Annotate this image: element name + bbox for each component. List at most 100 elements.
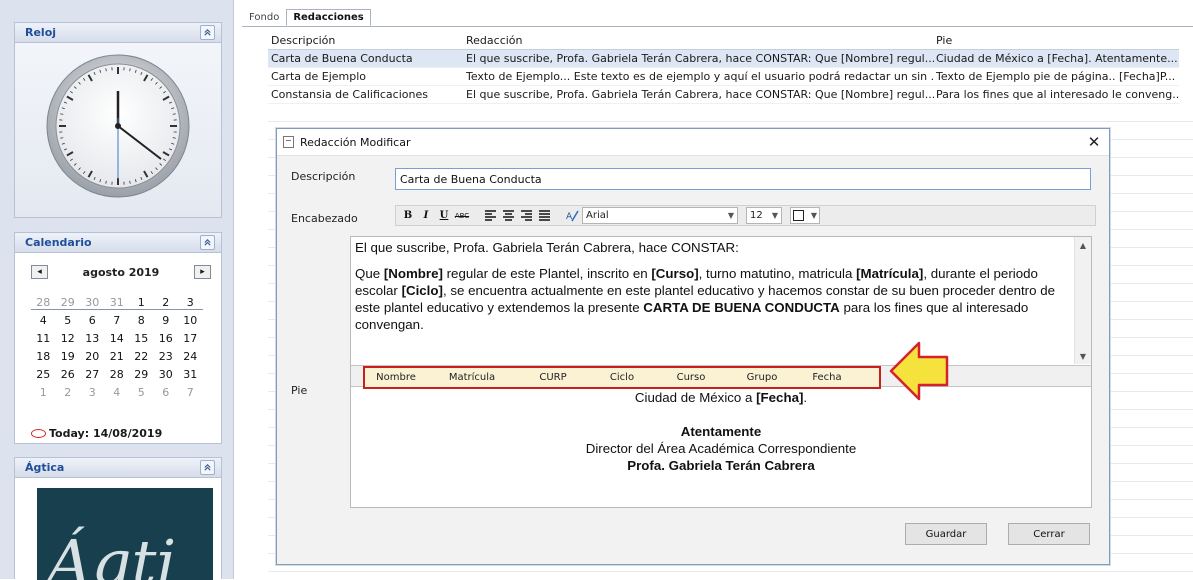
calendar-day[interactable]: 7 — [178, 386, 203, 399]
font-color-icon[interactable]: A — [564, 208, 580, 224]
close-icon[interactable]: ✕ — [1085, 133, 1103, 151]
tab-strip: Fondo Redacciones — [242, 9, 371, 26]
calendar-day[interactable]: 25 — [31, 368, 56, 381]
field-chip-ciclo[interactable]: Ciclo — [589, 372, 655, 383]
calendar-day[interactable]: 18 — [31, 350, 56, 363]
calendar-day[interactable]: 22 — [129, 350, 154, 363]
calendar-day[interactable]: 10 — [178, 314, 203, 327]
table-row[interactable]: Constansia de Calificaciones El que susc… — [268, 86, 1179, 104]
collapse-up-icon[interactable] — [200, 25, 215, 40]
scroll-up-icon[interactable]: ▲ — [1075, 237, 1091, 253]
pie-text-area[interactable]: Ciudad de México a [Fecha]. Atentamente … — [351, 387, 1091, 474]
calendar-widget: Calendario ◂ agosto 2019 ▸ 2829303112345… — [14, 232, 222, 444]
calendar-day[interactable]: 5 — [56, 314, 81, 327]
font-size-select[interactable]: 12 ▼ — [746, 207, 782, 224]
calendar-week: 18192021222324 — [31, 347, 203, 365]
calendar-day[interactable]: 3 — [178, 296, 203, 309]
bold-button[interactable]: B — [400, 208, 416, 224]
calendar-day[interactable]: 1 — [129, 296, 154, 309]
body-field-token: [Curso] — [651, 266, 698, 281]
field-chip-curp[interactable]: CURP — [517, 372, 589, 383]
clock-widget-header: Reloj — [15, 23, 221, 43]
calendar-day[interactable]: 5 — [129, 386, 154, 399]
cell-pie: Ciudad de México a [Fecha]. Atentamente.… — [934, 52, 1179, 65]
collapse-up-icon[interactable] — [200, 235, 215, 250]
field-chip-fecha[interactable]: Fecha — [797, 372, 857, 383]
body-text-run: Que — [355, 266, 384, 281]
calendar-day[interactable]: 6 — [80, 314, 105, 327]
calendar-day[interactable]: 23 — [154, 350, 179, 363]
calendar-today[interactable]: Today: 14/08/2019 — [31, 427, 162, 440]
calendar-day[interactable]: 9 — [154, 314, 179, 327]
body-scrollbar[interactable]: ▲ ▼ — [1074, 237, 1091, 364]
calendar-day[interactable]: 24 — [178, 350, 203, 363]
collapse-up-icon[interactable] — [200, 460, 215, 475]
calendar-day[interactable]: 17 — [178, 332, 203, 345]
body-field-token: [Matrícula] — [856, 266, 923, 281]
tab-redacciones[interactable]: Redacciones — [286, 9, 370, 26]
calendar-day[interactable]: 6 — [154, 386, 179, 399]
calendar-day[interactable]: 21 — [105, 350, 130, 363]
calendar-day[interactable]: 8 — [129, 314, 154, 327]
calendar-day[interactable]: 20 — [80, 350, 105, 363]
pie-line-1-field: [Fecha] — [756, 390, 803, 405]
strikethrough-button[interactable]: ABC — [454, 208, 470, 224]
border-style-icon — [793, 210, 804, 221]
align-center-icon[interactable] — [500, 208, 516, 224]
scroll-down-icon[interactable]: ▼ — [1075, 348, 1091, 364]
font-family-select[interactable]: Arial ▼ — [582, 207, 738, 224]
window-icon — [283, 136, 294, 148]
italic-button[interactable]: I — [418, 208, 434, 224]
calendar-day[interactable]: 11 — [31, 332, 56, 345]
calendar-day[interactable]: 29 — [56, 296, 81, 309]
calendar-day[interactable]: 2 — [154, 296, 179, 309]
cell-redaccion: Texto de Ejemplo... Este texto es de eje… — [464, 70, 934, 83]
table-row[interactable]: Carta de Ejemplo Texto de Ejemplo... Est… — [268, 68, 1179, 86]
column-header-redaccion[interactable]: Redacción — [464, 34, 934, 47]
calendar-day[interactable]: 12 — [56, 332, 81, 345]
calendar-day[interactable]: 29 — [129, 368, 154, 381]
calendar-day[interactable]: 27 — [80, 368, 105, 381]
calendar-day[interactable]: 28 — [31, 296, 56, 309]
calendar-day[interactable]: 4 — [105, 386, 130, 399]
body-text-area[interactable]: El que suscribe, Profa. Gabriela Terán C… — [351, 237, 1074, 364]
merge-fields-highlight: NombreMatrículaCURPCicloCursoGrupoFecha — [363, 366, 881, 389]
calendar-day[interactable]: 30 — [154, 368, 179, 381]
calendar-day[interactable]: 30 — [80, 296, 105, 309]
calendar-day[interactable]: 31 — [178, 368, 203, 381]
calendar-day[interactable]: 15 — [129, 332, 154, 345]
calendar-day[interactable]: 16 — [154, 332, 179, 345]
cell-redaccion: El que suscribe, Profa. Gabriela Terán C… — [464, 52, 934, 65]
calendar-day[interactable]: 2 — [56, 386, 81, 399]
close-button[interactable]: Cerrar — [1008, 523, 1090, 545]
underline-button[interactable]: U — [436, 208, 452, 224]
calendar-day[interactable]: 4 — [31, 314, 56, 327]
field-chip-curso[interactable]: Curso — [655, 372, 727, 383]
calendar-grid: 2829303112345678910111213141516171819202… — [31, 293, 203, 401]
calendar-day[interactable]: 26 — [56, 368, 81, 381]
calendar-day[interactable]: 14 — [105, 332, 130, 345]
calendar-day[interactable]: 13 — [80, 332, 105, 345]
calendar-day[interactable]: 31 — [105, 296, 130, 309]
save-button[interactable]: Guardar — [905, 523, 987, 545]
calendar-nav: ◂ agosto 2019 ▸ — [15, 253, 221, 279]
calendar-day[interactable]: 7 — [105, 314, 130, 327]
calendar-day[interactable]: 3 — [80, 386, 105, 399]
calendar-day[interactable]: 19 — [56, 350, 81, 363]
calendar-day[interactable]: 28 — [105, 368, 130, 381]
descripcion-input[interactable] — [395, 168, 1091, 190]
field-chip-grupo[interactable]: Grupo — [727, 372, 797, 383]
table-row[interactable]: Carta de Buena Conducta El que suscribe,… — [268, 50, 1179, 68]
tab-fondo[interactable]: Fondo — [242, 9, 286, 26]
column-header-pie[interactable]: Pie — [934, 34, 1179, 47]
border-select[interactable]: ▼ — [790, 207, 820, 224]
column-header-descripcion[interactable]: Descripción — [268, 34, 464, 47]
align-justify-icon[interactable] — [536, 208, 552, 224]
prev-month-icon[interactable]: ◂ — [31, 265, 48, 279]
align-right-icon[interactable] — [518, 208, 534, 224]
field-chip-matricula[interactable]: Matrícula — [427, 372, 517, 383]
align-left-icon[interactable] — [482, 208, 498, 224]
calendar-day[interactable]: 1 — [31, 386, 56, 399]
field-chip-nombre[interactable]: Nombre — [365, 372, 427, 383]
next-month-icon[interactable]: ▸ — [194, 265, 211, 279]
